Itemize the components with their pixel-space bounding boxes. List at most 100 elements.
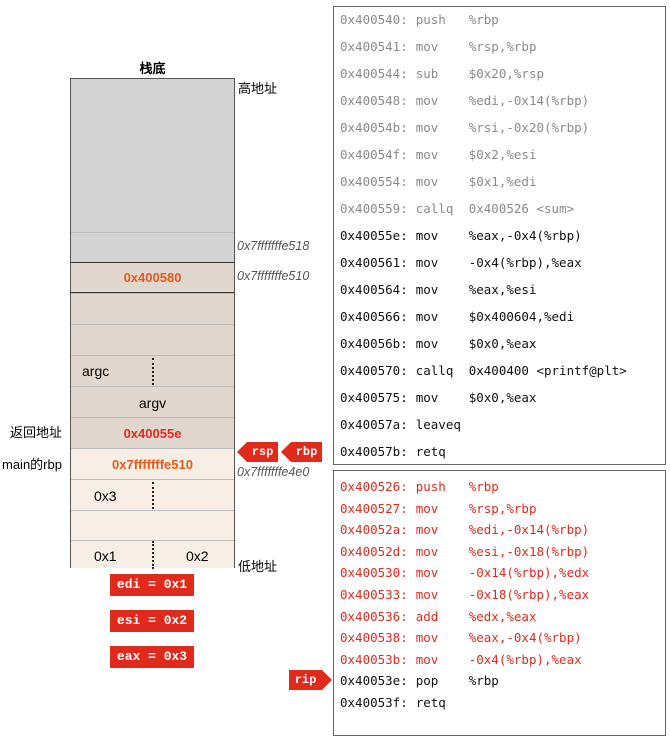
code-opcode: mov — [415, 228, 439, 243]
code-opcode: mov — [415, 174, 439, 189]
code-address: 0x400575: — [340, 390, 408, 405]
address-label-4e0: 0x7fffffffe4e0 — [237, 465, 310, 479]
args-divider — [152, 541, 154, 569]
address-label-518: 0x7fffffffe518 — [237, 239, 310, 253]
code-line: 0x40054b: mov %rsi,-0x20(%rbp) — [340, 120, 589, 135]
code-operands: $0x20,%rsp — [468, 66, 544, 81]
code-operands: %rbp — [468, 12, 499, 27]
saved-rbp-value: 0x7fffffffe510 — [112, 457, 193, 472]
code-operands: %rbp — [468, 479, 499, 494]
code-line: 0x40052a: mov %edi,-0x14(%rbp) — [340, 522, 589, 537]
code-line: 0x400548: mov %edi,-0x14(%rbp) — [340, 93, 589, 108]
0x3-divider — [152, 482, 154, 509]
code-opcode: mov — [415, 543, 439, 559]
code-operands: %eax,-0x4(%rbp) — [468, 228, 582, 243]
code-line: 0x400570: callq 0x400400 <printf@plt> — [340, 363, 627, 378]
return-address-label: 返回地址 — [10, 425, 63, 440]
code-operands: %edx,%eax — [468, 608, 537, 624]
code-address: 0x40055e: — [340, 228, 408, 243]
code-address: 0x400561: — [340, 255, 408, 270]
code-opcode: mov — [415, 522, 439, 538]
stack-cell-saved-rbp: 0x7fffffffe510 — [71, 448, 234, 479]
code-opcode: mov — [415, 500, 439, 516]
code-address: 0x400541: — [340, 39, 408, 54]
code-operands: %rsp,%rbp — [468, 39, 537, 54]
code-line: 0x400559: callq 0x400526 <sum> — [340, 201, 574, 216]
stack-cell-argv: argv — [71, 386, 234, 417]
stack-diagram: 0x400580 argc argv 0x40055e 0x7fffffffe5… — [70, 78, 235, 569]
rip-arrow-icon — [322, 670, 332, 690]
code-line: 0x400527: mov %rsp,%rbp — [340, 501, 536, 516]
code-line: 0x400561: mov -0x4(%rbp),%eax — [340, 255, 582, 270]
code-opcode: push — [415, 479, 446, 494]
code-line: 0x400530: mov -0x14(%rbp),%edx — [340, 565, 589, 580]
rsp-tag: rsp — [247, 442, 278, 462]
code-address: 0x40052d: — [340, 543, 408, 559]
code-opcode: retq — [415, 695, 446, 710]
register-eax: eax = 0x3 — [110, 646, 194, 668]
code-address: 0x400526: — [340, 479, 408, 494]
code-line: 0x40055e: mov %eax,-0x4(%rbp) — [340, 228, 582, 243]
main-return-value: 0x400580 — [123, 270, 182, 285]
code-opcode: mov — [415, 39, 439, 54]
rbp-arrow-icon — [281, 442, 291, 462]
return-address-value: 0x40055e — [123, 426, 182, 441]
rbp-tag: rbp — [291, 442, 322, 462]
code-opcode: callq — [415, 363, 454, 378]
code-opcode: mov — [415, 147, 439, 162]
code-operands: %edi,-0x14(%rbp) — [468, 93, 590, 108]
code-line: 0x400538: mov %eax,-0x4(%rbp) — [340, 630, 582, 645]
code-operands: $0x0,%eax — [468, 390, 537, 405]
code-line: 0x400554: mov $0x1,%edi — [340, 174, 536, 189]
code-operands: %eax,-0x4(%rbp) — [468, 630, 582, 646]
code-opcode: leaveq — [415, 417, 461, 432]
stack-cell-return-address: 0x40055e — [71, 417, 234, 448]
stack-cell-args: 0x1 0x2 — [71, 540, 234, 569]
code-address: 0x400564: — [340, 282, 408, 297]
stack-cell-518 — [71, 232, 234, 262]
code-line: 0x40056b: mov $0x0,%eax — [340, 336, 536, 351]
code-address: 0x400548: — [340, 93, 408, 108]
code-line: 0x400566: mov $0x400604,%edi — [340, 309, 574, 324]
code-operands: $0x0,%eax — [468, 336, 537, 351]
code-opcode: push — [415, 12, 446, 27]
code-opcode: mov — [415, 120, 439, 135]
code-opcode: mov — [415, 282, 439, 297]
code-address: 0x40057a: — [340, 417, 408, 432]
code-address: 0x40056b: — [340, 336, 408, 351]
code-opcode: mov — [415, 93, 439, 108]
code-address: 0x400554: — [340, 174, 408, 189]
code-operands: %rbp — [468, 673, 499, 689]
code-line: 0x40057a: leaveq — [340, 417, 469, 432]
code-line: 0x400536: add %edx,%eax — [340, 609, 536, 624]
value-0x1: 0x1 — [94, 548, 117, 564]
stack-region-upper — [71, 79, 234, 232]
code-address: 0x400570: — [340, 363, 408, 378]
code-address: 0x40053b: — [340, 651, 408, 667]
code-operands: %edi,-0x14(%rbp) — [468, 522, 590, 538]
code-line: 0x400540: push %rbp — [340, 12, 499, 27]
code-address: 0x40053e: — [340, 673, 408, 689]
code-address: 0x400559: — [340, 201, 408, 216]
code-line: 0x40053f: retq — [340, 695, 469, 710]
main-assembly-listing: 0x400540: push %rbp 0x400541: mov %rsp,%rbp 0x… — [333, 6, 666, 465]
register-esi: esi = 0x2 — [110, 610, 194, 632]
code-operands: -0x4(%rbp),%eax — [468, 651, 582, 667]
code-address: 0x40052a: — [340, 522, 408, 538]
main-rbp-label: main的rbp — [2, 457, 62, 472]
stack-cell-empty-1 — [71, 293, 234, 324]
code-opcode: mov — [415, 565, 439, 581]
code-operands: %esi,-0x18(%rbp) — [468, 543, 590, 559]
code-line: 0x400575: mov $0x0,%eax — [340, 390, 536, 405]
sum-assembly-listing: 0x400526: push %rbp 0x400527: mov %rsp,%rbp 0x… — [333, 470, 666, 736]
stack-cell-empty-2 — [71, 324, 234, 355]
code-opcode: retq — [415, 444, 446, 459]
rsp-arrow-icon — [237, 442, 247, 462]
stack-cell-argc: argc — [71, 355, 234, 386]
code-opcode: pop — [415, 673, 439, 689]
code-opcode: callq — [415, 201, 454, 216]
code-line: 0x400544: sub $0x20,%rsp — [340, 66, 544, 81]
code-operands: 0x400526 <sum> — [468, 201, 575, 216]
code-address: 0x400536: — [340, 608, 408, 624]
code-operands: %eax,%esi — [468, 282, 537, 297]
